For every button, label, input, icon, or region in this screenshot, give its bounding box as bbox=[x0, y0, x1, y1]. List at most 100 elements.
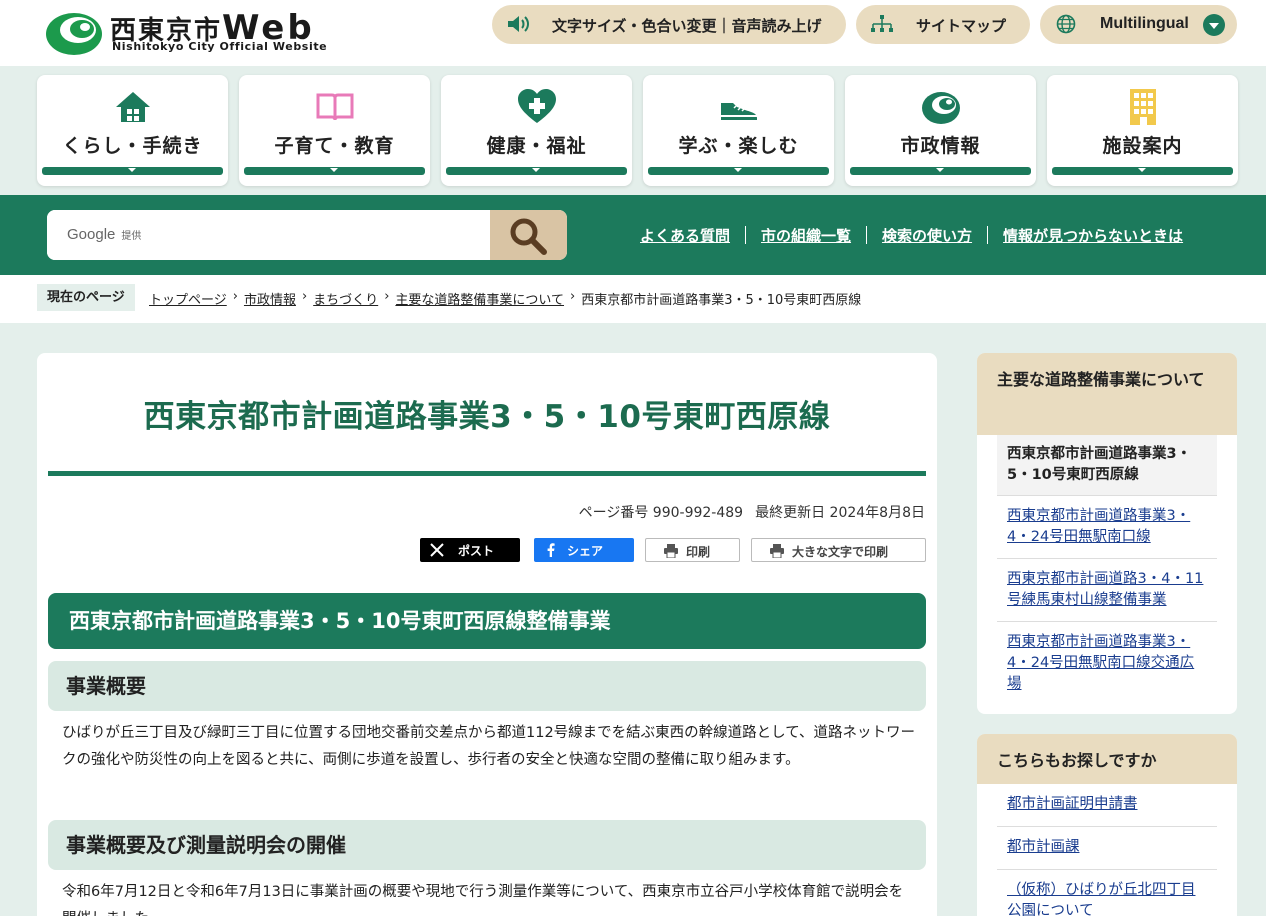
sitemap-button[interactable]: サイトマップ bbox=[856, 5, 1030, 44]
speaker-icon bbox=[508, 16, 529, 32]
faq-link[interactable]: よくある質問 bbox=[640, 225, 730, 246]
chevron-down-icon bbox=[446, 167, 627, 175]
section-heading-main: 西東京都市計画道路事業3・5・10号東町西原線整備事業 bbox=[48, 593, 926, 649]
large-print-button[interactable]: 大きな文字で印刷 bbox=[751, 538, 926, 562]
sitemap-label: サイトマップ bbox=[916, 17, 1007, 35]
site-logo[interactable]: 西東京市Web Nishitokyo City Official Website bbox=[44, 6, 334, 58]
large-print-label: 大きな文字で印刷 bbox=[792, 545, 889, 559]
category-label: くらし・手続き bbox=[62, 135, 203, 157]
category-childcare[interactable]: 子育て・教育 bbox=[239, 75, 430, 186]
search-button[interactable] bbox=[490, 210, 567, 260]
google-provided-mark: Google 提供 bbox=[67, 226, 142, 243]
category-label: 学ぶ・楽しむ bbox=[678, 135, 799, 157]
breadcrumb-item-townplanning[interactable]: まちづくり bbox=[313, 289, 378, 308]
house-icon bbox=[116, 92, 150, 122]
chevron-right-icon: › bbox=[384, 289, 390, 304]
sidebar-list: 西東京都市計画道路事業3・5・10号東町西原線 西東京都市計画道路事業3・4・2… bbox=[997, 435, 1217, 705]
chevron-right-icon: › bbox=[232, 289, 238, 304]
city-mark-icon bbox=[922, 92, 960, 124]
multilingual-label: Multilingual bbox=[1100, 15, 1189, 32]
search-box: Google 提供 bbox=[47, 210, 567, 260]
sidebar-item-current: 西東京都市計画道路事業3・5・10号東町西原線 bbox=[997, 435, 1217, 496]
sitemap-icon bbox=[871, 15, 893, 32]
sidebar-link[interactable]: 西東京都市計画道路事業3・4・24号田無駅南口線交通広場 bbox=[1007, 634, 1194, 692]
globe-icon bbox=[1056, 14, 1076, 34]
building-icon bbox=[1130, 89, 1156, 125]
sidebar-related-projects: 主要な道路整備事業について 西東京都市計画道路事業3・5・10号東町西原線 西東… bbox=[977, 353, 1237, 714]
sidebar-link[interactable]: 西東京都市計画道路事業3・4・24号田無駅南口線 bbox=[1007, 508, 1190, 545]
category-citygov[interactable]: 市政情報 bbox=[845, 75, 1036, 186]
page-title: 西東京都市計画道路事業3・5・10号東町西原線 bbox=[143, 399, 831, 435]
page-number: ページ番号 990-992-489 bbox=[578, 505, 744, 521]
chevron-down-icon bbox=[244, 167, 425, 175]
briefing-text: 令和6年7月12日と令和6年7月13日に事業計画の概要や現地で行う測量作業等につ… bbox=[62, 884, 904, 916]
accessibility-button[interactable]: 文字サイズ・色合い変更｜音声読み上げ bbox=[492, 5, 846, 44]
category-health[interactable]: 健康・福祉 bbox=[441, 75, 632, 186]
main-content: 西東京都市計画道路事業3・5・10号東町西原線 ページ番号 990-992-48… bbox=[37, 353, 937, 916]
logo-subtitle: Nishitokyo City Official Website bbox=[112, 40, 328, 53]
category-label: 市政情報 bbox=[900, 135, 981, 157]
list-item: 西東京都市計画道路3・4・11号練馬東村山線整備事業 bbox=[997, 559, 1217, 622]
chevron-right-icon: › bbox=[301, 289, 308, 304]
overview-text: ひばりが丘三丁目及び緑町三丁目に位置する団地交番前交差点から都道112号線までを… bbox=[62, 725, 916, 768]
title-divider bbox=[48, 471, 926, 476]
breadcrumb-current: 西東京都市計画道路事業3・5・10号東町西原線 bbox=[581, 293, 862, 308]
divider bbox=[987, 226, 989, 244]
sidebar-suggestions: こちらもお探しですか 都市計画証明申請書 都市計画課 （仮称）ひばりが丘北四丁目… bbox=[977, 734, 1237, 916]
divider bbox=[866, 226, 868, 244]
x-logo-icon bbox=[430, 543, 444, 557]
printer-icon bbox=[664, 544, 678, 558]
category-label: 子育て・教育 bbox=[274, 135, 395, 157]
section-heading-overview: 事業概要 bbox=[48, 661, 926, 711]
search-icon bbox=[510, 218, 547, 255]
divider bbox=[745, 226, 747, 244]
organization-list-link[interactable]: 市の組織一覧 bbox=[761, 225, 851, 246]
x-post-button[interactable]: ポスト bbox=[420, 538, 520, 562]
quick-links: よくある質問 市の組織一覧 検索の使い方 情報が見つからないときは bbox=[640, 225, 1183, 246]
category-label: 健康・福祉 bbox=[486, 135, 587, 157]
print-label: 印刷 bbox=[686, 545, 711, 559]
category-learning[interactable]: 学ぶ・楽しむ bbox=[643, 75, 834, 186]
chevron-down-icon bbox=[42, 167, 223, 175]
breadcrumb-item-citygov[interactable]: 市政情報 bbox=[244, 289, 296, 308]
section-heading-briefing: 事業概要及び測量説明会の開催 bbox=[48, 820, 926, 870]
list-item: 西東京都市計画道路事業3・4・24号田無駅南口線交通広場 bbox=[997, 622, 1217, 705]
last-updated: 最終更新日 2024年8月8日 bbox=[755, 505, 925, 521]
sidebar-link[interactable]: （仮称）ひばりが丘北四丁目公園について bbox=[1007, 882, 1196, 916]
list-item: 西東京都市計画道路事業3・4・24号田無駅南口線 bbox=[997, 496, 1217, 559]
chevron-down-icon bbox=[850, 167, 1031, 175]
not-found-help-link[interactable]: 情報が見つからないときは bbox=[1003, 225, 1183, 246]
list-item: 都市計画証明申請書 bbox=[997, 784, 1217, 827]
breadcrumb-label: 現在のページ bbox=[37, 284, 135, 311]
sidebar-heading: こちらもお探しですか bbox=[977, 734, 1237, 784]
category-living[interactable]: くらし・手続き bbox=[37, 75, 228, 186]
sneaker-icon bbox=[721, 103, 757, 120]
printer-icon bbox=[770, 544, 784, 558]
breadcrumb-item-road-projects[interactable]: 主要な道路整備事業について bbox=[395, 289, 564, 308]
category-facilities[interactable]: 施設案内 bbox=[1047, 75, 1238, 186]
sidebar-link[interactable]: 都市計画証明申請書 bbox=[1007, 796, 1138, 812]
facebook-share-button[interactable]: シェア bbox=[534, 538, 634, 562]
category-nav: くらし・手続き 子育て・教育 健康・福祉 学ぶ・楽しむ 市政情報 施設案内 bbox=[0, 66, 1266, 195]
search-help-link[interactable]: 検索の使い方 bbox=[882, 225, 972, 246]
category-label: 施設案内 bbox=[1102, 135, 1183, 157]
chevron-down-icon bbox=[1052, 167, 1233, 175]
chevron-down-icon bbox=[1203, 14, 1225, 36]
facebook-logo-icon bbox=[547, 543, 555, 557]
city-logo-icon bbox=[46, 13, 102, 55]
sidebar-heading: 主要な道路整備事業について bbox=[977, 353, 1237, 435]
sidebar-link[interactable]: 西東京都市計画道路3・4・11号練馬東村山線整備事業 bbox=[1007, 571, 1203, 608]
accessibility-label: 文字サイズ・色合い変更｜音声読み上げ bbox=[552, 17, 822, 35]
breadcrumb-item-top[interactable]: トップページ bbox=[149, 289, 227, 308]
multilingual-button[interactable]: Multilingual bbox=[1040, 5, 1237, 44]
heart-cross-icon bbox=[518, 89, 556, 123]
chevron-right-icon: › bbox=[570, 289, 576, 304]
breadcrumb: 現在のページ トップページ › 市政情報 › まちづくり › 主要な道路整備事業… bbox=[0, 275, 1266, 323]
facebook-share-label: シェア bbox=[567, 544, 604, 558]
sidebar-list: 都市計画証明申請書 都市計画課 （仮称）ひばりが丘北四丁目公園について bbox=[997, 784, 1217, 916]
sidebar-link[interactable]: 都市計画課 bbox=[1007, 839, 1080, 855]
page-meta: ページ番号 990-992-489 最終更新日 2024年8月8日 bbox=[579, 502, 925, 522]
print-button[interactable]: 印刷 bbox=[645, 538, 740, 562]
x-post-label: ポスト bbox=[458, 544, 495, 558]
site-header: 西東京市Web Nishitokyo City Official Website… bbox=[0, 0, 1266, 66]
